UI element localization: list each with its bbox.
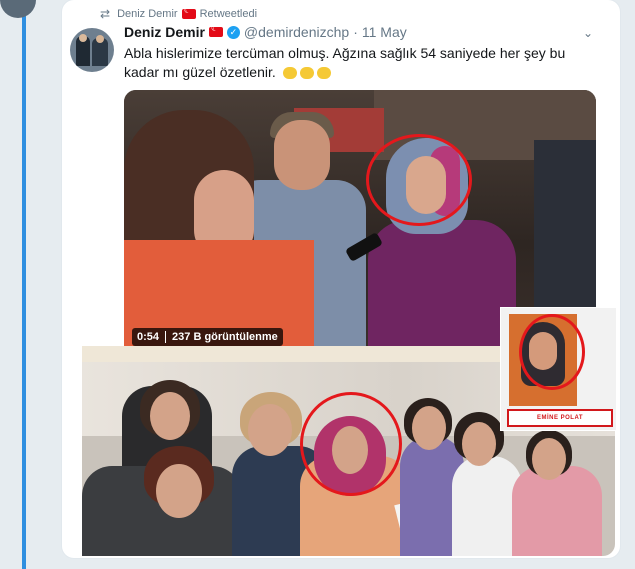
tweet-date[interactable]: 11 May xyxy=(362,24,407,40)
retweeter-name[interactable]: Deniz Demir xyxy=(117,8,178,20)
retweet-icon: ⇄ xyxy=(100,7,111,21)
highlight-circle xyxy=(366,134,472,226)
chevron-down-icon[interactable]: ⌄ xyxy=(583,26,593,40)
inset-portrait: EMİNE POLAT xyxy=(500,307,617,431)
separator: · xyxy=(353,24,358,40)
video-duration: 0:54 xyxy=(137,331,160,343)
clapping-hands-emoji-icon xyxy=(316,67,331,80)
verified-badge-icon: ✓ xyxy=(226,25,240,39)
author-handle[interactable]: @demirdenizchp xyxy=(244,24,349,40)
tweet-header: Deniz Demir ✓ @demirdenizchp · 11 May xyxy=(124,23,407,40)
clapping-hands-emoji-icon xyxy=(282,67,297,80)
video-views: 237 B görüntülenme xyxy=(172,331,278,343)
video-info-badge: 0:54 237 B görüntülenme xyxy=(132,328,283,346)
thread-rail xyxy=(22,0,26,569)
clapping-hands-emoji-icon xyxy=(299,67,314,80)
retweeted-label: Retweetledi xyxy=(199,8,258,20)
previous-avatar[interactable] xyxy=(0,0,36,18)
tweet-card[interactable]: ⇄ Deniz Demir Retweetledi Deniz Demir ✓ … xyxy=(62,0,620,558)
tweet-body: Abla hislerimize tercüman olmuş. Ağzına … xyxy=(124,45,566,80)
inset-name-label: EMİNE POLAT xyxy=(507,409,613,427)
turkey-flag-icon xyxy=(181,5,196,19)
turkey-flag-icon xyxy=(208,23,223,37)
author-avatar[interactable] xyxy=(70,28,114,72)
tweet-text: Abla hislerimize tercüman olmuş. Ağzına … xyxy=(124,44,604,82)
highlight-circle xyxy=(300,392,402,496)
author-name[interactable]: Deniz Demir xyxy=(124,24,205,40)
highlight-circle xyxy=(519,314,585,390)
retweet-header: ⇄ Deniz Demir Retweetledi xyxy=(100,5,258,22)
